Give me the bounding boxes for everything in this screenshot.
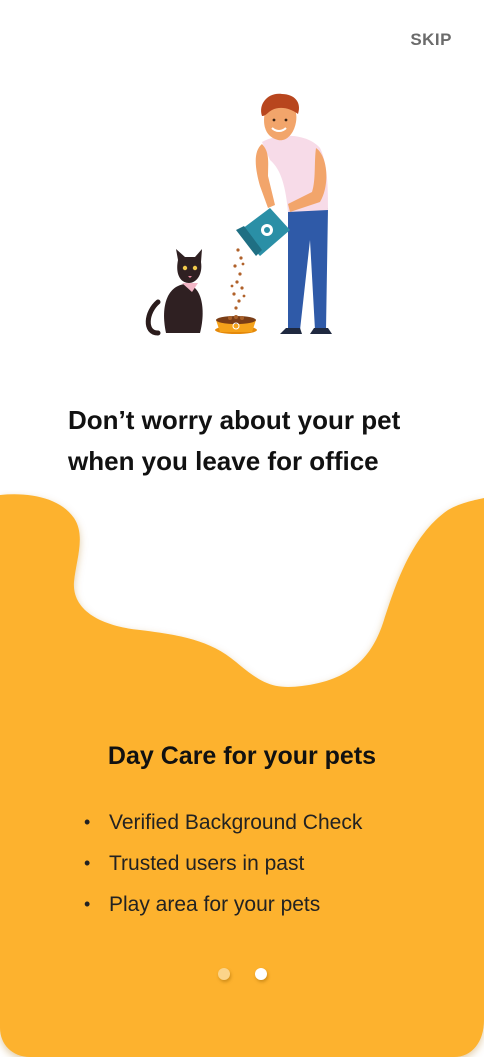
skip-button[interactable]: SKIP	[410, 30, 452, 50]
feature-list: • Verified Background Check • Trusted us…	[84, 802, 362, 925]
list-item: • Play area for your pets	[84, 884, 362, 925]
food-bag-icon	[236, 208, 290, 256]
food-particles	[230, 248, 246, 310]
feature-label: Trusted users in past	[109, 852, 305, 875]
page-dot-1[interactable]	[218, 968, 230, 980]
man-figure	[236, 93, 332, 334]
panel-title: Day Care for your pets	[107, 742, 377, 770]
bullet-icon: •	[84, 812, 91, 832]
bullet-icon: •	[84, 853, 91, 873]
list-item: • Trusted users in past	[84, 843, 362, 884]
headline: Don’t worry about your pet when you leav…	[68, 400, 448, 482]
headline-line-1: Don’t worry about your pet	[68, 405, 401, 435]
man-feeding-cat-illustration	[145, 93, 332, 336]
page-dot-2-active[interactable]	[255, 968, 267, 980]
wave-panel-background	[0, 494, 484, 1057]
feature-label: Play area for your pets	[109, 893, 321, 916]
food-bowl-icon	[215, 315, 257, 334]
list-item: • Verified Background Check	[84, 802, 362, 843]
headline-line-2: when you leave for office	[68, 446, 379, 476]
bullet-icon: •	[84, 894, 91, 914]
cat-figure	[145, 249, 203, 336]
feature-label: Verified Background Check	[109, 811, 363, 834]
